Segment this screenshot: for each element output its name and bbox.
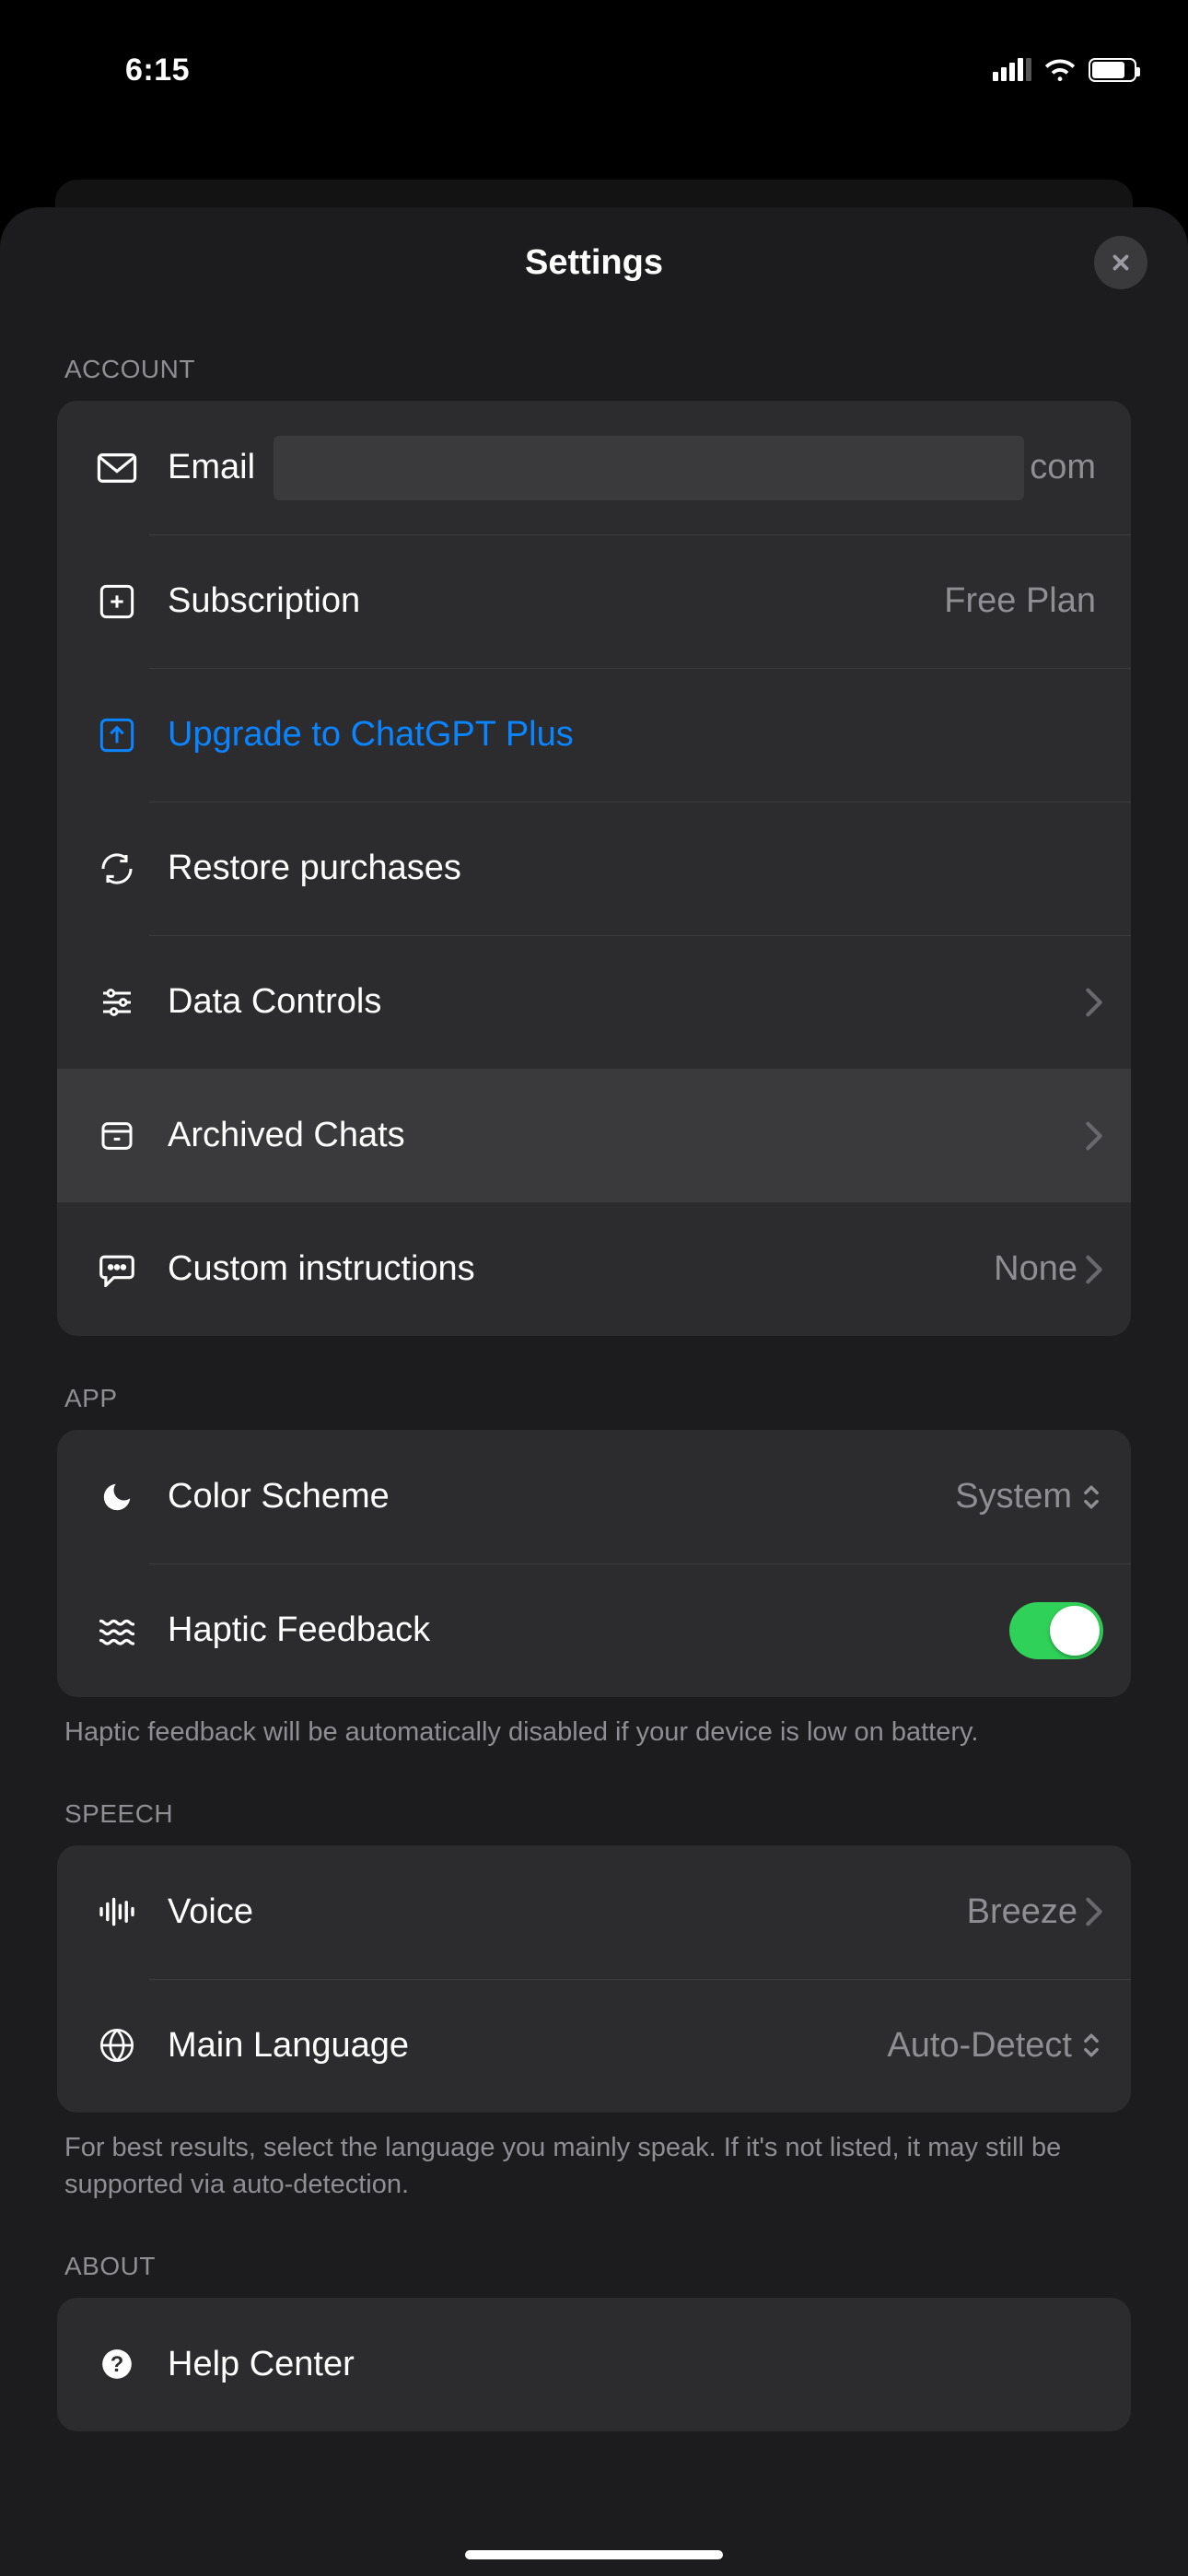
- row-label: Haptic Feedback: [168, 1610, 430, 1650]
- plus-square-icon: [85, 583, 149, 620]
- row-label: Main Language: [168, 2026, 409, 2066]
- settings-sheet: Settings ACCOUNT Email com: [0, 207, 1188, 2576]
- row-value: Auto-Detect: [887, 2026, 1072, 2066]
- status-time: 6:15: [125, 53, 190, 88]
- archive-icon: [85, 1118, 149, 1154]
- sliders-icon: [85, 984, 149, 1021]
- chevron-right-icon: [1085, 1120, 1103, 1152]
- row-color-scheme[interactable]: Color Scheme System: [57, 1430, 1131, 1563]
- envelope-icon: [85, 453, 149, 483]
- haptic-toggle[interactable]: [1009, 1602, 1103, 1659]
- svg-text:?: ?: [111, 2352, 124, 2377]
- row-label: Email: [168, 448, 255, 487]
- row-label: Custom instructions: [168, 1249, 475, 1289]
- section-header-app: APP: [64, 1384, 1131, 1413]
- row-label: Archived Chats: [168, 1116, 405, 1155]
- status-indicators: [993, 58, 1136, 82]
- row-label: Help Center: [168, 2345, 355, 2384]
- row-value: Free Plan: [944, 581, 1096, 621]
- chevron-right-icon: [1085, 1896, 1103, 1927]
- chevron-up-down-icon: [1079, 2030, 1103, 2061]
- wifi-icon: [1044, 58, 1076, 82]
- email-suffix: com: [1030, 448, 1096, 487]
- row-label: Color Scheme: [168, 1477, 390, 1516]
- status-bar: 6:15: [0, 0, 1188, 101]
- row-archived-chats[interactable]: Archived Chats: [57, 1069, 1131, 1202]
- moon-icon: [85, 1480, 149, 1515]
- row-main-language[interactable]: Main Language Auto-Detect: [57, 1979, 1131, 2113]
- row-label: Data Controls: [168, 982, 381, 1022]
- sheet-header: Settings: [0, 207, 1188, 318]
- group-app: Color Scheme System Haptic Feedback: [57, 1430, 1131, 1697]
- close-icon: [1109, 251, 1133, 275]
- chevron-up-down-icon: [1079, 1481, 1103, 1513]
- row-upgrade[interactable]: Upgrade to ChatGPT Plus: [57, 668, 1131, 802]
- row-label: Upgrade to ChatGPT Plus: [168, 715, 574, 755]
- waves-icon: [85, 1615, 149, 1646]
- group-about: ? Help Center: [57, 2298, 1131, 2431]
- waveform-icon: [85, 1896, 149, 1927]
- section-header-speech: SPEECH: [64, 1799, 1131, 1829]
- speech-footer: For best results, select the language yo…: [64, 2129, 1124, 2204]
- row-label: Restore purchases: [168, 849, 461, 888]
- row-label: Voice: [168, 1892, 253, 1932]
- row-help-center[interactable]: ? Help Center: [57, 2298, 1131, 2431]
- refresh-icon: [85, 850, 149, 887]
- row-custom-instructions[interactable]: Custom instructions None: [57, 1202, 1131, 1336]
- sheet-title: Settings: [525, 243, 663, 283]
- question-circle-icon: ?: [85, 2347, 149, 2382]
- row-value: System: [955, 1477, 1072, 1516]
- chevron-right-icon: [1085, 1254, 1103, 1285]
- group-speech: Voice Breeze Main Language Auto-Detect: [57, 1845, 1131, 2113]
- haptic-footer: Haptic feedback will be automatically di…: [64, 1714, 1124, 1751]
- row-value: Breeze: [967, 1892, 1077, 1932]
- row-voice[interactable]: Voice Breeze: [57, 1845, 1131, 1979]
- chat-bubble-icon: [85, 1252, 149, 1287]
- section-header-account: ACCOUNT: [64, 355, 1131, 384]
- close-button[interactable]: [1094, 236, 1147, 289]
- globe-icon: [85, 2027, 149, 2064]
- row-value: None: [994, 1249, 1077, 1289]
- row-subscription[interactable]: Subscription Free Plan: [57, 534, 1131, 668]
- section-header-about: ABOUT: [64, 2252, 1131, 2281]
- home-indicator[interactable]: [465, 2550, 723, 2559]
- chevron-right-icon: [1085, 987, 1103, 1018]
- battery-icon: [1089, 58, 1136, 82]
- redacted-email: [274, 436, 1024, 500]
- row-email[interactable]: Email com: [57, 401, 1131, 534]
- row-label: Subscription: [168, 581, 360, 621]
- cellular-icon: [993, 59, 1031, 81]
- group-account: Email com Subscription Free Plan: [57, 401, 1131, 1336]
- arrow-up-square-icon: [85, 717, 149, 754]
- row-haptic-feedback[interactable]: Haptic Feedback: [57, 1563, 1131, 1697]
- row-data-controls[interactable]: Data Controls: [57, 935, 1131, 1069]
- row-restore-purchases[interactable]: Restore purchases: [57, 802, 1131, 935]
